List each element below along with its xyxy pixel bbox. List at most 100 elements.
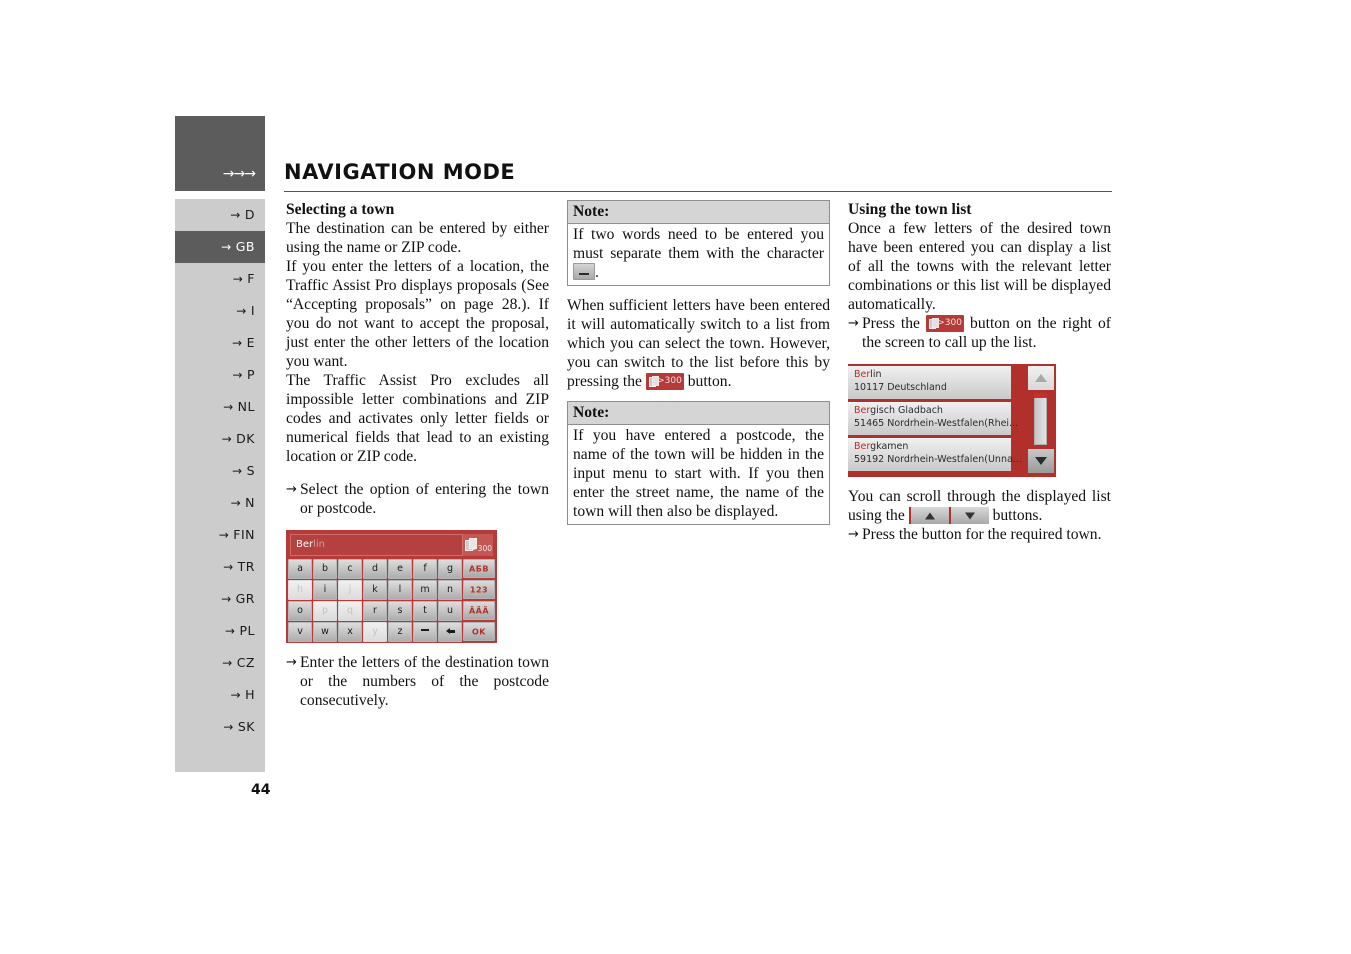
town-name-match: Ber — [854, 441, 871, 452]
scroll-down-button-inline-icon — [948, 507, 989, 524]
town-list-item[interactable]: Berlin 10117 Deutschland — [848, 366, 1011, 399]
key-h: h — [288, 580, 312, 600]
list-button-inline-icon: >300 — [926, 315, 964, 332]
town-subtext: 10117 Deutschland — [854, 382, 947, 393]
keyboard-figure: Berlin >300 a b c d e f g h i j k l m n … — [286, 530, 497, 643]
sidebar-item-tr[interactable]: → TR — [175, 551, 265, 583]
paragraph-excludes-combinations: The Traffic Assist Pro excludes all impo… — [286, 372, 549, 465]
scrollbar-thumb[interactable] — [1034, 393, 1047, 398]
scroll-up-button[interactable] — [1028, 366, 1054, 390]
arrow-icon: → — [232, 272, 244, 286]
key-f[interactable]: f — [413, 559, 437, 579]
sidebar-item-e[interactable]: → E — [175, 327, 265, 359]
sidebar-item-fin[interactable]: → FIN — [175, 519, 265, 551]
key-a[interactable]: a — [288, 559, 312, 579]
town-name-match: Ber — [854, 369, 871, 380]
key-u[interactable]: u — [438, 601, 462, 621]
bullet-text: Enter the letters of the destination tow… — [300, 654, 549, 709]
arrow-icon: → — [236, 304, 247, 318]
town-list-item[interactable]: Bergkamen 59192 Nordrhein-Westfalen(Unna… — [848, 438, 1022, 471]
sidebar-item-pl[interactable]: → PL — [175, 615, 265, 647]
sidebar-item-dk[interactable]: → DK — [175, 423, 265, 455]
backspace-icon — [445, 628, 455, 635]
key-r[interactable]: r — [363, 601, 387, 621]
sidebar-item-p[interactable]: → P — [175, 359, 265, 391]
note-body: If two words need to be entered you must… — [568, 224, 829, 285]
arrow-icon: → — [848, 527, 859, 542]
key-backspace[interactable] — [438, 622, 462, 642]
input-typed-text: Ber — [296, 539, 314, 550]
section-heading-selecting-a-town: Selecting a town — [286, 201, 395, 218]
note-title: Note: — [568, 402, 829, 425]
sidebar-item-gr[interactable]: → GR — [175, 583, 265, 615]
key-v[interactable]: v — [288, 622, 312, 642]
key-underscore[interactable] — [413, 622, 437, 642]
key-i[interactable]: i — [313, 580, 337, 600]
sidebar-item-n[interactable]: → N — [175, 487, 265, 519]
side-key-label: АБВ — [469, 564, 489, 573]
side-key-label: 123 — [469, 585, 489, 594]
key-b[interactable]: b — [313, 559, 337, 579]
bullet-text: Press the button for the required town. — [862, 526, 1102, 543]
list-count-label: >300 — [471, 544, 492, 553]
arrow-icon: → — [286, 655, 297, 670]
sidebar-item-cz[interactable]: → CZ — [175, 647, 265, 679]
sidebar-item-nl[interactable]: → NL — [175, 391, 265, 423]
sidebar-item-sk[interactable]: → SK — [175, 711, 265, 743]
sidebar-item-label: PL — [239, 623, 255, 638]
keyboard-row-4: v w x y z — [288, 622, 463, 642]
town-list-scrollbar[interactable] — [1028, 366, 1054, 475]
town-input-field[interactable]: Berlin — [290, 534, 463, 556]
town-list-figure: Berlin 10117 Deutschland Bergisch Gladba… — [848, 364, 1056, 477]
sidebar-item-gb[interactable]: → GB — [175, 231, 265, 263]
sidebar-item-label: P — [246, 367, 255, 382]
key-z[interactable]: z — [388, 622, 412, 642]
town-name: Bergisch Gladbach — [854, 405, 1011, 417]
arrow-icon: → — [232, 368, 243, 382]
town-name-rest: lin — [870, 369, 882, 380]
arrow-icon: → — [286, 482, 297, 497]
key-c[interactable]: c — [338, 559, 362, 579]
key-k[interactable]: k — [363, 580, 387, 600]
triple-arrow-icon: →→→ — [222, 166, 256, 182]
sidebar-item-f[interactable]: → F — [175, 263, 265, 295]
chevron-up-icon — [1035, 374, 1047, 382]
key-n[interactable]: n — [438, 580, 462, 600]
arrow-icon: → — [221, 240, 232, 254]
key-s[interactable]: s — [388, 601, 412, 621]
sidebar-item-label: NL — [237, 399, 255, 414]
key-e[interactable]: e — [388, 559, 412, 579]
key-cyrillic-mode[interactable]: АБВ — [463, 559, 495, 578]
key-l[interactable]: l — [388, 580, 412, 600]
keyboard-row-1: a b c d e f g — [288, 559, 463, 579]
input-suggestion-text: lin — [313, 539, 326, 550]
key-g[interactable]: g — [438, 559, 462, 579]
page-number: 44 — [251, 782, 271, 798]
key-m[interactable]: m — [413, 580, 437, 600]
section-heading-using-the-town-list: Using the town list — [848, 201, 972, 218]
sidebar-item-label: GR — [235, 591, 255, 606]
manual-page: →→→ → D → GB → F → I → E → P → NL → DK → S → N → FI… — [0, 0, 1351, 954]
key-d[interactable]: d — [363, 559, 387, 579]
key-diacritics-mode[interactable]: ÄÄÄ — [463, 601, 495, 620]
key-numeric-mode[interactable]: 123 — [463, 580, 495, 599]
list-button-inline-icon: >300 — [645, 373, 684, 390]
town-name: Berlin — [854, 369, 1011, 381]
triangle-down-icon — [964, 512, 975, 519]
key-o[interactable]: o — [288, 601, 312, 621]
key-ok[interactable]: OK — [463, 622, 495, 641]
key-x[interactable]: x — [338, 622, 362, 642]
sidebar-item-h[interactable]: → H — [175, 679, 265, 711]
sidebar-item-s[interactable]: → S — [175, 455, 265, 487]
sidebar-item-i[interactable]: → I — [175, 295, 265, 327]
sidebar-item-d[interactable]: → D — [175, 199, 265, 231]
key-p: p — [313, 601, 337, 621]
show-list-button[interactable]: >300 — [463, 534, 493, 556]
sidebar-item-label: S — [246, 463, 255, 478]
town-list-item[interactable]: Bergisch Gladbach 51465 Nordrhein-Westfa… — [848, 402, 1018, 435]
key-t[interactable]: t — [413, 601, 437, 621]
scrollbar-track[interactable] — [1034, 394, 1047, 445]
sidebar-item-label: GB — [235, 239, 255, 254]
key-w[interactable]: w — [313, 622, 337, 642]
scroll-down-button[interactable] — [1028, 449, 1054, 473]
